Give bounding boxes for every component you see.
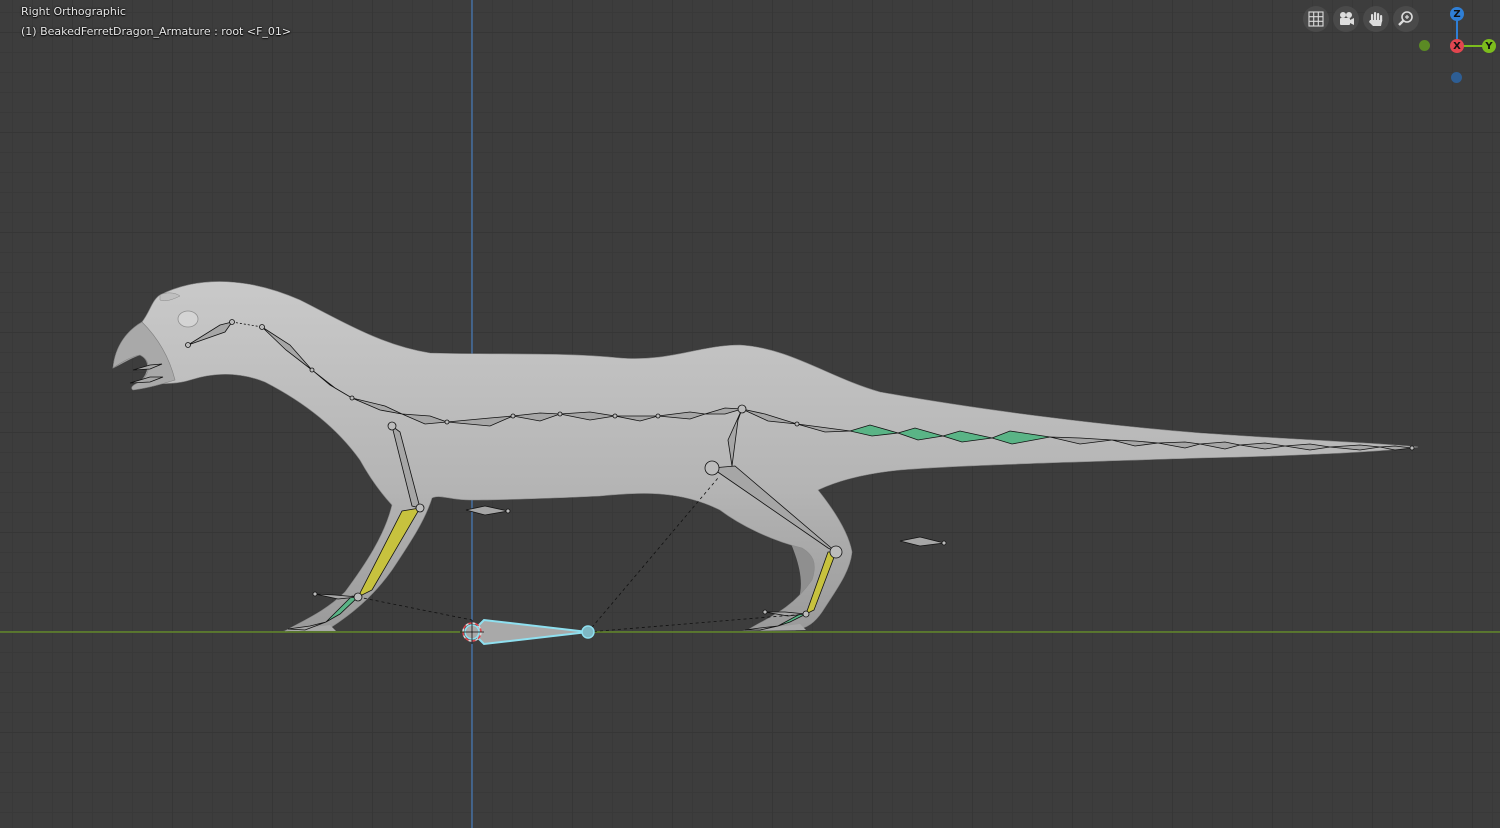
viewport-view-name: Right Orthographic <box>21 5 126 18</box>
pan-hand-icon[interactable] <box>1363 6 1389 32</box>
3d-viewport[interactable]: Right Orthographic (1) BeakedFerretDrago… <box>0 0 1500 828</box>
dragon-mesh[interactable] <box>112 281 1419 632</box>
gizmo-z-axis[interactable]: Z <box>1450 7 1464 21</box>
gizmo-y-axis[interactable]: Y <box>1482 39 1496 53</box>
front-leg-bones <box>287 425 421 631</box>
scene-canvas[interactable] <box>0 0 1500 828</box>
gizmo-negative-z-axis[interactable] <box>1451 72 1462 83</box>
mesh-body <box>112 281 1419 632</box>
toggle-grid-view-icon[interactable] <box>1303 6 1329 32</box>
navigation-gizmo[interactable]: Z X Y <box>1410 0 1500 95</box>
gizmo-negative-y-axis[interactable] <box>1419 40 1430 51</box>
root-bone-active[interactable] <box>464 618 595 646</box>
viewport-object-info: (1) BeakedFerretDragon_Armature : root <… <box>21 25 292 38</box>
rear-ik-pole-bone <box>899 536 945 547</box>
gizmo-x-axis[interactable]: X <box>1450 39 1464 53</box>
mesh-eye-socket <box>177 310 199 328</box>
camera-view-icon[interactable] <box>1333 6 1359 32</box>
